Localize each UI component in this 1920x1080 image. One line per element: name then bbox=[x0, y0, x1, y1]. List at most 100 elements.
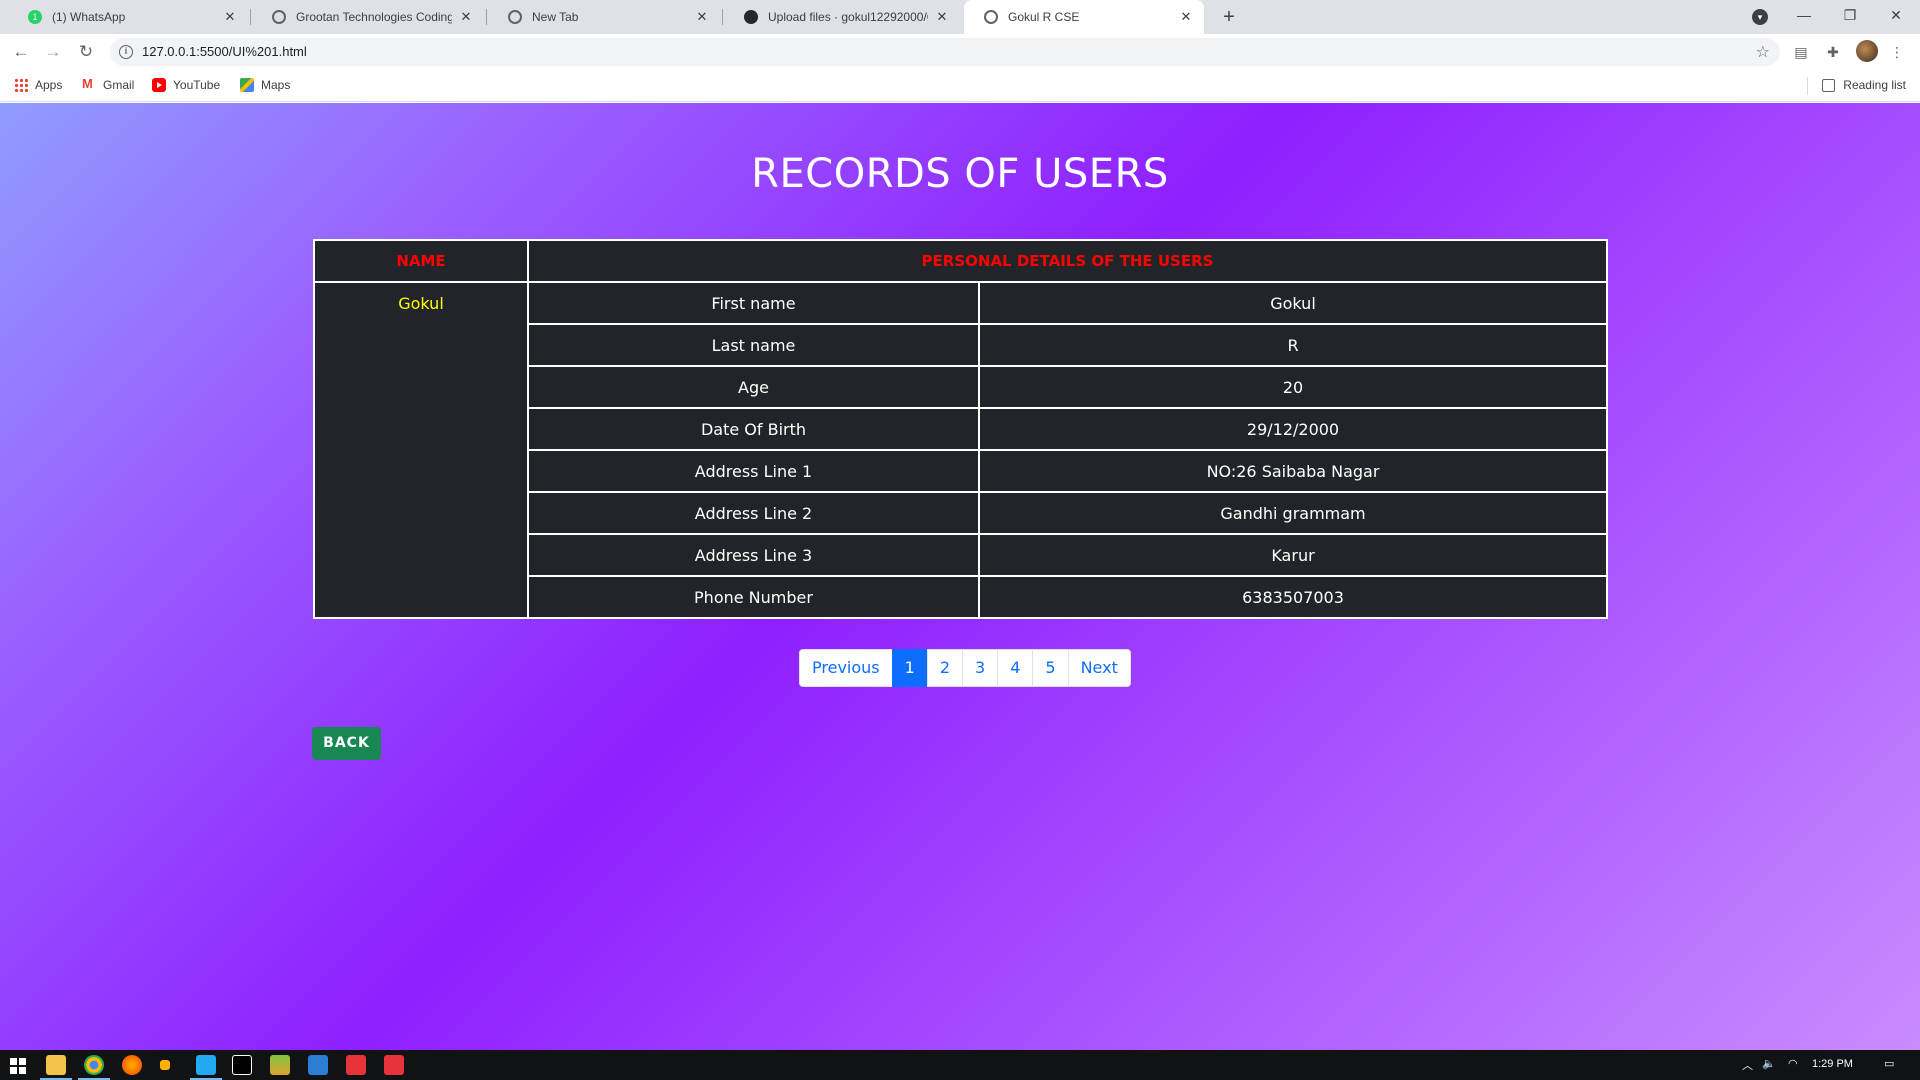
page-link-1[interactable]: 1 bbox=[891, 649, 928, 687]
field-label: Address Line 1 bbox=[527, 449, 980, 493]
tab-search-icon[interactable]: ▾ bbox=[1752, 9, 1768, 25]
field-value: Karur bbox=[978, 533, 1608, 577]
bookmark-maps[interactable]: Maps bbox=[240, 78, 290, 92]
cast-icon[interactable]: ▤ bbox=[1792, 43, 1810, 61]
page-link-2[interactable]: 2 bbox=[926, 649, 963, 687]
bookmark-gmail[interactable]: Gmail bbox=[82, 76, 134, 92]
close-tab-icon[interactable]: ✕ bbox=[222, 9, 238, 25]
windows-start-icon[interactable] bbox=[10, 1058, 26, 1074]
menu-icon[interactable]: ⋮ bbox=[1888, 43, 1906, 61]
taskbar: ︿ 🔈 ◠ 1:29 PM ▭ bbox=[0, 1050, 1920, 1080]
bookmarks-bar: Apps Gmail YouTube Maps Reading list bbox=[0, 70, 1920, 102]
field-label: Address Line 3 bbox=[527, 533, 980, 577]
field-value: 29/12/2000 bbox=[978, 407, 1608, 451]
forward-arrow-icon[interactable]: → bbox=[41, 40, 65, 64]
tab-grootan[interactable]: Grootan Technologies Coding Ta ✕ bbox=[252, 0, 484, 34]
tab-title: New Tab bbox=[532, 10, 579, 24]
tab-gokul-r-cse[interactable]: Gokul R CSE ✕ bbox=[964, 0, 1204, 34]
records-table: NAME PERSONAL DETAILS OF THE USERS Gokul… bbox=[313, 239, 1608, 619]
bookmark-label: Maps bbox=[261, 78, 291, 92]
next-page-link[interactable]: Next bbox=[1067, 649, 1131, 687]
notifications-icon[interactable]: ▭ bbox=[1884, 1057, 1894, 1070]
red-app-icon-2[interactable] bbox=[384, 1055, 404, 1075]
address-bar[interactable]: i 127.0.0.1:5500/UI%201.html ☆ bbox=[110, 38, 1780, 66]
bookmark-star-icon[interactable]: ☆ bbox=[1756, 42, 1770, 62]
tab-whatsapp[interactable]: 1 (1) WhatsApp ✕ bbox=[8, 0, 248, 34]
new-tab-icon[interactable]: + bbox=[1216, 4, 1242, 30]
page-link-5[interactable]: 5 bbox=[1032, 649, 1069, 687]
bookmark-youtube[interactable]: YouTube bbox=[152, 78, 220, 92]
profile-avatar[interactable] bbox=[1856, 40, 1878, 62]
gmail-icon bbox=[82, 76, 96, 92]
user-name-cell: Gokul bbox=[313, 281, 529, 619]
stack-app-icon[interactable] bbox=[270, 1055, 290, 1075]
field-label: Address Line 2 bbox=[527, 491, 980, 535]
chevron-up-icon[interactable]: ︿ bbox=[1742, 1057, 1753, 1073]
apps-icon bbox=[14, 78, 28, 92]
globe-icon bbox=[508, 10, 522, 24]
volume-icon[interactable]: 🔈 bbox=[1762, 1057, 1776, 1070]
field-value: Gokul bbox=[978, 281, 1608, 325]
youtube-icon bbox=[152, 78, 166, 92]
maps-icon bbox=[240, 78, 254, 92]
close-tab-icon[interactable]: ✕ bbox=[694, 9, 710, 25]
previous-page-link[interactable]: Previous bbox=[799, 649, 893, 687]
red-app-icon[interactable] bbox=[346, 1055, 366, 1075]
url-text[interactable]: 127.0.0.1:5500/UI%201.html bbox=[142, 44, 307, 59]
restore-icon[interactable]: ❐ bbox=[1827, 0, 1873, 34]
field-value: 6383507003 bbox=[978, 575, 1608, 619]
field-label: First name bbox=[527, 281, 980, 325]
tab-title: Grootan Technologies Coding Ta bbox=[296, 10, 452, 24]
tab-divider bbox=[486, 9, 487, 25]
extensions-icon[interactable]: ✚ bbox=[1824, 43, 1842, 61]
field-label: Age bbox=[527, 365, 980, 409]
pycharm-icon[interactable] bbox=[232, 1055, 252, 1075]
media-player-icon[interactable] bbox=[160, 1060, 170, 1070]
clock[interactable]: 1:29 PM bbox=[1812, 1058, 1853, 1070]
bookmark-apps[interactable]: Apps bbox=[14, 78, 62, 92]
field-value: 20 bbox=[978, 365, 1608, 409]
window-close-icon[interactable]: ✕ bbox=[1873, 0, 1919, 34]
back-arrow-icon[interactable]: ← bbox=[9, 40, 33, 64]
tab-strip: 1 (1) WhatsApp ✕ Grootan Technologies Co… bbox=[0, 0, 1920, 34]
whatsapp-icon: 1 bbox=[28, 10, 42, 24]
reload-icon[interactable]: ↻ bbox=[74, 40, 98, 64]
tab-title: Upload files · gokul12292000/Go bbox=[768, 10, 928, 24]
field-label: Last name bbox=[527, 323, 980, 367]
field-label: Date Of Birth bbox=[527, 407, 980, 451]
page-link-4[interactable]: 4 bbox=[997, 649, 1034, 687]
tab-new-tab[interactable]: New Tab ✕ bbox=[488, 0, 720, 34]
page-link-3[interactable]: 3 bbox=[962, 649, 999, 687]
page-title: RECORDS OF USERS bbox=[751, 151, 1169, 197]
header-name: NAME bbox=[313, 239, 529, 283]
site-info-icon[interactable]: i bbox=[119, 45, 133, 59]
tab-upload-files[interactable]: Upload files · gokul12292000/Go ✕ bbox=[724, 0, 960, 34]
minimize-icon[interactable]: — bbox=[1781, 0, 1827, 34]
tab-divider bbox=[722, 9, 723, 25]
close-tab-icon[interactable]: ✕ bbox=[1178, 9, 1194, 25]
globe-icon bbox=[272, 10, 286, 24]
page-viewport: RECORDS OF USERS NAME PERSONAL DETAILS O… bbox=[0, 103, 1920, 1050]
field-value: Gandhi grammam bbox=[978, 491, 1608, 535]
toolbar: ← → ↻ i 127.0.0.1:5500/UI%201.html ☆ ▤ ✚… bbox=[0, 34, 1920, 70]
reading-list[interactable]: Reading list bbox=[1822, 78, 1906, 92]
close-tab-icon[interactable]: ✕ bbox=[934, 9, 950, 25]
reading-list-icon bbox=[1822, 78, 1836, 92]
bookmark-label: Apps bbox=[35, 78, 63, 92]
tab-title: (1) WhatsApp bbox=[52, 10, 126, 24]
bookmark-divider bbox=[1807, 77, 1808, 95]
word-icon[interactable] bbox=[308, 1055, 328, 1075]
tab-title: Gokul R CSE bbox=[1008, 10, 1080, 24]
reading-list-label: Reading list bbox=[1843, 78, 1906, 92]
file-explorer-icon[interactable] bbox=[40, 1055, 72, 1080]
wifi-icon[interactable]: ◠ bbox=[1788, 1057, 1798, 1070]
bookmark-label: YouTube bbox=[173, 78, 221, 92]
globe-icon bbox=[984, 10, 998, 24]
pagination: Previous 1 2 3 4 5 Next bbox=[799, 649, 1131, 687]
close-tab-icon[interactable]: ✕ bbox=[458, 9, 474, 25]
firefox-icon[interactable] bbox=[122, 1055, 142, 1075]
chrome-icon[interactable] bbox=[78, 1055, 110, 1080]
back-button[interactable]: BACK bbox=[312, 727, 381, 760]
vscode-icon[interactable] bbox=[190, 1055, 222, 1080]
field-value: R bbox=[978, 323, 1608, 367]
